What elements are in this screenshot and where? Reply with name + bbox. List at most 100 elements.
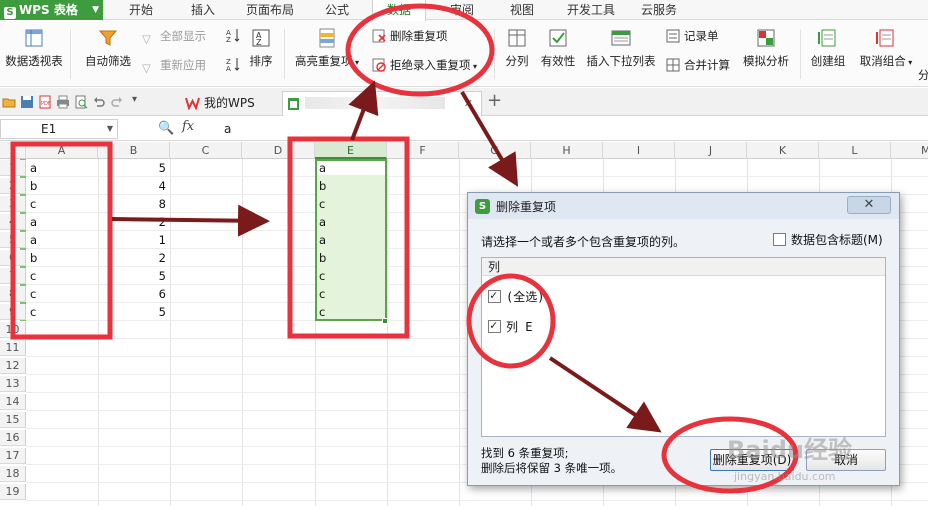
cell-a6[interactable]: b bbox=[26, 250, 98, 266]
cell-b8[interactable]: 6 bbox=[98, 286, 170, 302]
cell-b7[interactable]: 5 bbox=[98, 268, 170, 284]
undo-icon[interactable] bbox=[92, 95, 106, 109]
cell-b9[interactable]: 5 bbox=[98, 304, 170, 320]
column-header[interactable]: K bbox=[747, 142, 819, 159]
open-folder-icon[interactable] bbox=[2, 95, 16, 109]
zoom-search-icon[interactable]: 🔍 bbox=[158, 121, 174, 136]
cell-e2[interactable]: b bbox=[315, 178, 387, 194]
cell-b2[interactable]: 4 bbox=[98, 178, 170, 194]
cell-a4[interactable]: a bbox=[26, 214, 98, 230]
insert-dropdown-list-button[interactable]: 插入下拉列表 bbox=[584, 27, 658, 69]
row-header[interactable]: 15 bbox=[0, 412, 26, 428]
row-header[interactable]: 17 bbox=[0, 448, 26, 464]
row-header[interactable]: 16 bbox=[0, 430, 26, 446]
close-icon[interactable]: ✕ bbox=[464, 92, 473, 116]
row-header[interactable]: 8 bbox=[0, 286, 26, 302]
ribbon-overflow-button[interactable]: 分 bbox=[918, 67, 928, 83]
checkbox-icon[interactable] bbox=[773, 233, 786, 246]
chevron-down-icon[interactable]: ▾ bbox=[132, 94, 142, 108]
highlight-duplicates-button[interactable]: 高亮重复项 ▾ bbox=[292, 27, 362, 69]
column-header-selected[interactable]: E bbox=[315, 142, 387, 159]
what-if-analysis-button[interactable]: 模拟分析 bbox=[738, 27, 794, 69]
row-header[interactable]: 6 bbox=[0, 250, 26, 266]
tab-insert[interactable]: 插入 bbox=[180, 0, 226, 20]
cell-e4[interactable]: a bbox=[315, 214, 387, 230]
reapply-button[interactable]: ▽ 重新应用 bbox=[142, 57, 206, 75]
cell-b3[interactable]: 8 bbox=[98, 196, 170, 212]
tab-view[interactable]: 视图 bbox=[500, 0, 544, 20]
row-header[interactable]: 13 bbox=[0, 376, 26, 392]
column-header[interactable]: F bbox=[387, 142, 459, 159]
tab-formula[interactable]: 公式 bbox=[316, 0, 358, 20]
checkbox-checked-icon[interactable] bbox=[488, 318, 501, 333]
tab-page-layout[interactable]: 页面布局 bbox=[240, 0, 300, 20]
column-header[interactable]: M bbox=[891, 142, 928, 159]
dialog-close-button[interactable]: ✕ bbox=[847, 196, 891, 214]
tab-data[interactable]: 数据 bbox=[372, 0, 426, 21]
column-header[interactable]: I bbox=[603, 142, 675, 159]
sort-button[interactable]: AZ 排序 bbox=[246, 27, 276, 69]
cell-b4[interactable]: 2 bbox=[98, 214, 170, 230]
cell-b6[interactable]: 2 bbox=[98, 250, 170, 266]
sort-desc-button[interactable]: ZA bbox=[226, 57, 244, 71]
cell-a1[interactable]: a bbox=[26, 160, 98, 176]
validity-button[interactable]: 有效性 bbox=[538, 27, 578, 69]
checkbox-checked-icon[interactable] bbox=[488, 288, 501, 303]
reject-duplicates-button[interactable]: 拒绝录入重复项 ▾ bbox=[372, 57, 477, 73]
list-item-column-e[interactable]: 列 E bbox=[488, 318, 532, 335]
row-header[interactable]: 14 bbox=[0, 394, 26, 410]
column-header[interactable]: C bbox=[170, 142, 242, 159]
dialog-titlebar[interactable]: S 删除重复项 ✕ bbox=[468, 193, 899, 219]
chevron-down-icon[interactable]: ▼ bbox=[107, 120, 113, 138]
create-group-button[interactable]: 创建组 bbox=[806, 27, 850, 69]
text-to-columns-button[interactable]: 分列 bbox=[500, 27, 534, 69]
cell-e6[interactable]: b bbox=[315, 250, 387, 266]
doc-tab-mywps[interactable]: 我的WPS ✕ bbox=[182, 91, 290, 116]
column-header[interactable]: D bbox=[242, 142, 315, 159]
cell-a2[interactable]: b bbox=[26, 178, 98, 194]
column-header[interactable]: G bbox=[459, 142, 531, 159]
cell-a5[interactable]: a bbox=[26, 232, 98, 248]
tab-developer[interactable]: 开发工具 bbox=[560, 0, 622, 20]
doc-tab-active[interactable]: ✕ bbox=[282, 91, 482, 116]
column-header[interactable]: J bbox=[675, 142, 747, 159]
cell-a7[interactable]: c bbox=[26, 268, 98, 284]
cell-a3[interactable]: c bbox=[26, 196, 98, 212]
cell-e1[interactable]: a bbox=[315, 160, 387, 176]
column-header[interactable]: H bbox=[531, 142, 603, 159]
sort-asc-button[interactable]: AZ bbox=[226, 28, 244, 42]
app-menu-button[interactable]: S WPS 表格 ▼ bbox=[0, 0, 103, 20]
column-header[interactable]: L bbox=[819, 142, 891, 159]
name-box[interactable]: E1 ▼ bbox=[0, 119, 118, 139]
tab-home[interactable]: 开始 bbox=[118, 0, 164, 20]
select-all-corner[interactable] bbox=[0, 142, 26, 159]
print-preview-icon[interactable] bbox=[74, 95, 88, 109]
export-pdf-icon[interactable]: PDF bbox=[38, 95, 52, 109]
row-header[interactable]: 2 bbox=[0, 178, 26, 194]
cell-e8[interactable]: c bbox=[315, 286, 387, 302]
row-header[interactable]: 18 bbox=[0, 466, 26, 482]
column-header[interactable]: A bbox=[26, 142, 98, 159]
row-header[interactable]: 1 bbox=[0, 160, 26, 176]
formula-input[interactable] bbox=[212, 119, 922, 139]
cell-a8[interactable]: c bbox=[26, 286, 98, 302]
remove-duplicates-button[interactable]: 删除重复项 bbox=[372, 28, 448, 44]
pivot-table-button[interactable]: 数据透视表 bbox=[2, 27, 66, 69]
ungroup-button[interactable]: 取消组合 ▾ bbox=[856, 27, 916, 69]
row-header[interactable]: 19 bbox=[0, 484, 26, 500]
row-header[interactable]: 10 bbox=[0, 322, 26, 338]
list-item-select-all[interactable]: (全选) bbox=[488, 288, 544, 305]
cell-a9[interactable]: c bbox=[26, 304, 98, 320]
print-icon[interactable] bbox=[56, 95, 70, 109]
row-header[interactable]: 11 bbox=[0, 340, 26, 356]
cell-e9[interactable]: c bbox=[315, 304, 387, 320]
cell-b1[interactable]: 5 bbox=[98, 160, 170, 176]
row-header[interactable]: 4 bbox=[0, 214, 26, 230]
cell-e7[interactable]: c bbox=[315, 268, 387, 284]
row-header[interactable]: 5 bbox=[0, 232, 26, 248]
header-row-checkbox[interactable]: 数据包含标题(M) bbox=[773, 231, 883, 248]
fx-icon[interactable]: fx bbox=[182, 119, 194, 134]
tab-cloud[interactable]: 云服务 bbox=[634, 0, 684, 20]
row-header[interactable]: 9 bbox=[0, 304, 26, 320]
tab-review[interactable]: 审阅 bbox=[440, 0, 484, 20]
